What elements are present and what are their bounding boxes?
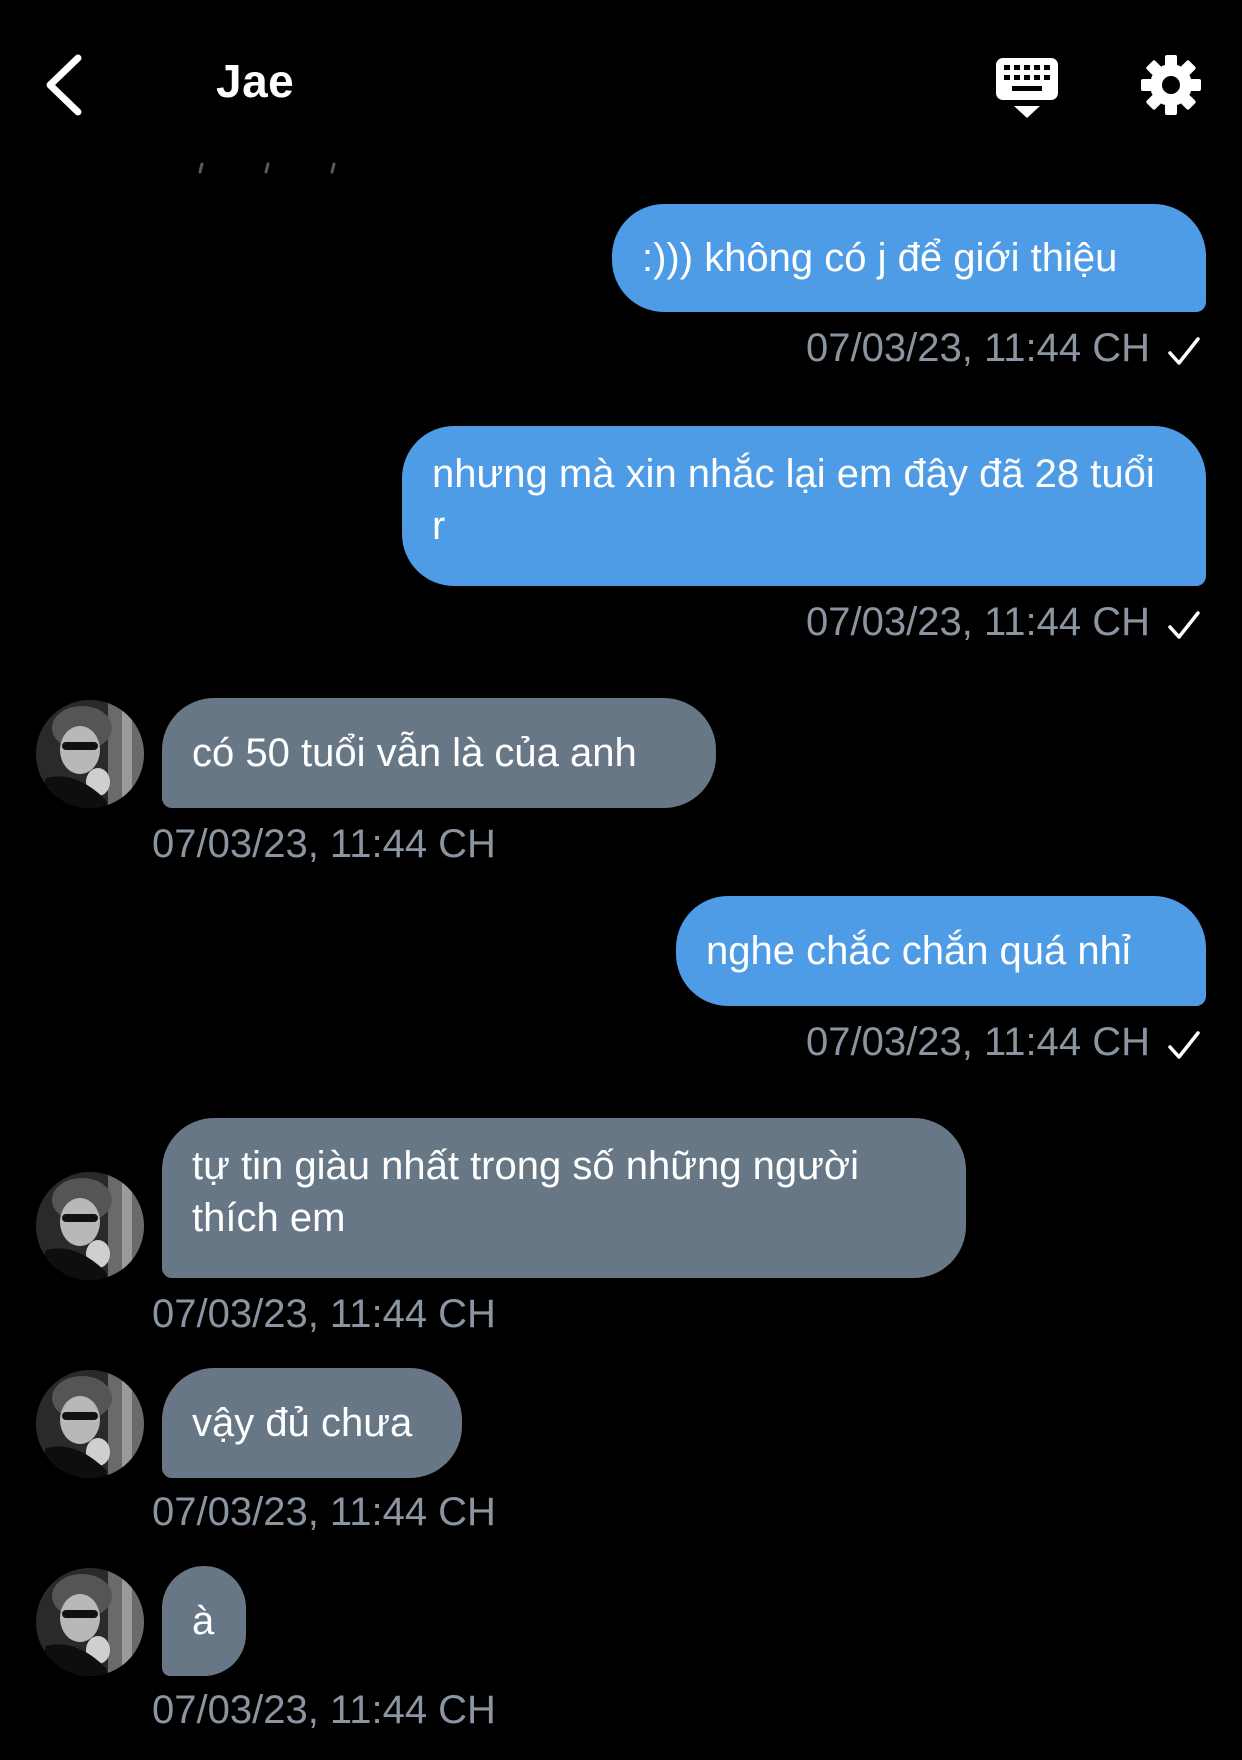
avatar[interactable] [36,1568,144,1676]
read-check-icon [1168,337,1200,365]
avatar-photo [36,1172,144,1280]
message-text: :))) không có j để giới thiệu [642,236,1118,280]
contact-name[interactable]: Jae [216,54,294,108]
gear-icon [1141,55,1201,115]
avatar[interactable] [36,1370,144,1478]
message-bubble-incoming[interactable]: có 50 tuổi vẫn là của anh [162,698,716,808]
message-bubble-incoming[interactable]: tự tin giàu nhất trong số những người th… [162,1118,966,1278]
keyboard-button[interactable] [994,54,1060,120]
message-timestamp: 07/03/23, 11:44 CH [152,1292,496,1336]
message-bubble-outgoing[interactable]: :))) không có j để giới thiệu [612,204,1206,312]
chevron-left-icon [46,54,82,116]
message-timestamp: 07/03/23, 11:44 CH [152,822,496,866]
settings-button[interactable] [1140,54,1202,116]
message-bubble-outgoing[interactable]: nghe chắc chắn quá nhỉ [676,896,1206,1006]
message-timestamp: 07/03/23, 11:44 CH [806,326,1150,370]
message-bubble-outgoing[interactable]: nhưng mà xin nhắc lại em đây đã 28 tuổi … [402,426,1206,586]
message-timestamp: 07/03/23, 11:44 CH [152,1490,496,1534]
message-bubble-incoming[interactable]: vậy đủ chưa [162,1368,462,1478]
avatar[interactable] [36,700,144,808]
read-check-icon [1168,611,1200,639]
message-text: có 50 tuổi vẫn là của anh [192,731,637,775]
chat-header: Jae [0,0,1242,174]
message-timestamp: 07/03/23, 11:44 CH [806,600,1150,644]
message-text: à [192,1599,215,1643]
message-text: nghe chắc chắn quá nhỉ [706,929,1131,973]
message-timestamp: 07/03/23, 11:44 CH [806,1020,1150,1064]
avatar-photo [36,1568,144,1676]
avatar[interactable] [36,1172,144,1280]
avatar-photo [36,1370,144,1478]
read-check-icon [1168,1031,1200,1059]
message-bubble-incoming[interactable]: à [162,1566,246,1676]
message-text: tự tin giàu nhất trong số những người th… [192,1144,859,1240]
keyboard-icon [996,58,1058,118]
clipped-message-fragment [198,162,336,174]
message-text: vậy đủ chưa [192,1401,413,1445]
back-button[interactable] [40,50,90,120]
message-timestamp: 07/03/23, 11:44 CH [152,1688,496,1732]
avatar-photo [36,700,144,808]
message-text: nhưng mà xin nhắc lại em đây đã 28 tuổi … [432,452,1155,548]
